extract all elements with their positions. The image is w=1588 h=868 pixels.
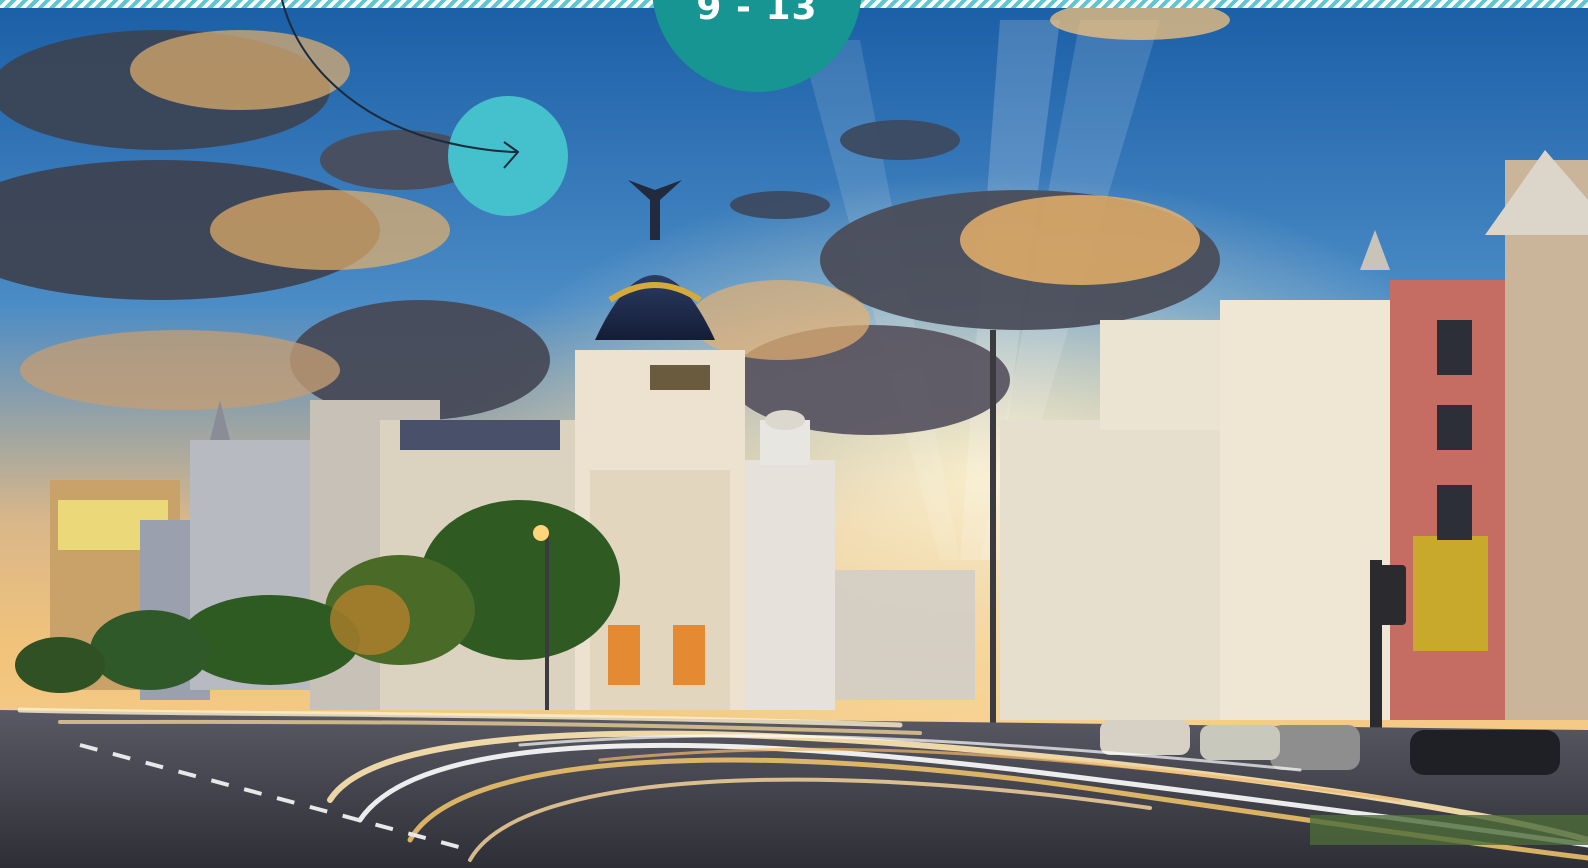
- date-range-label: 9 - 13: [696, 0, 818, 28]
- next-button[interactable]: [448, 96, 568, 216]
- city-street-photo: [0, 0, 1588, 868]
